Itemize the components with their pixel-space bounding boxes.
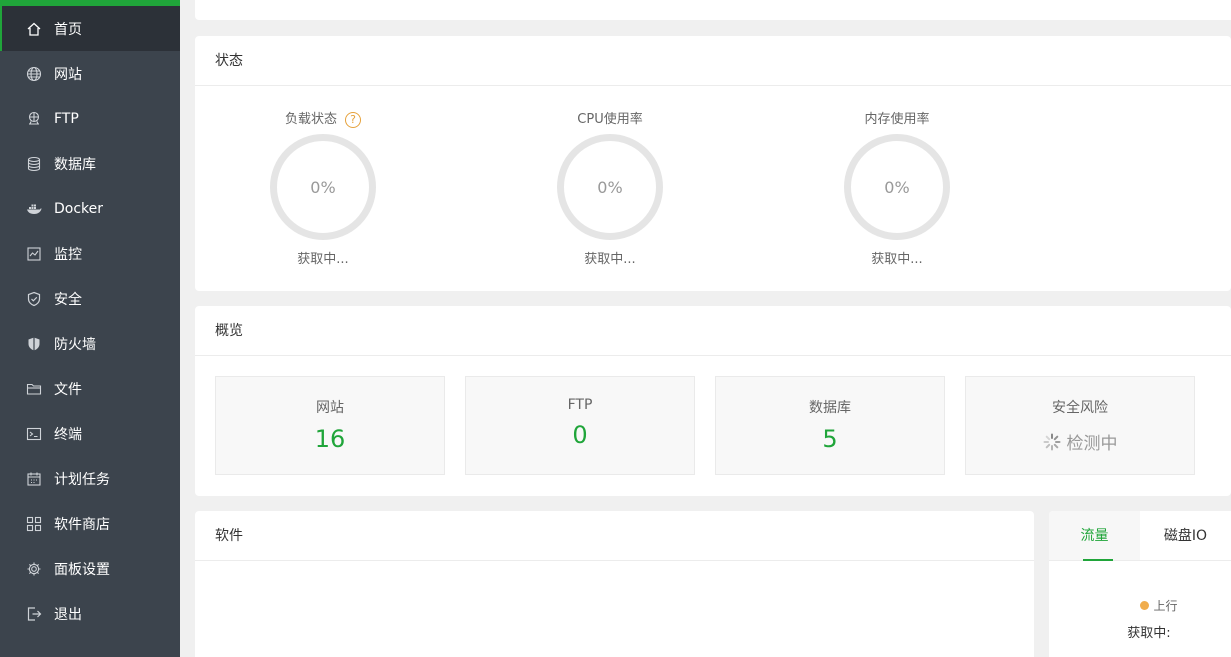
sidebar-item-label: 首页 bbox=[54, 21, 82, 38]
docker-icon bbox=[26, 201, 42, 217]
cpu-value: 0% bbox=[597, 177, 623, 197]
upload-dot-icon bbox=[1140, 601, 1150, 610]
overview-label: 网站 bbox=[316, 400, 344, 416]
overview-value[interactable]: 5 bbox=[716, 425, 944, 453]
sidebar-item-database[interactable]: 数据库 bbox=[0, 141, 180, 186]
monitor-icon bbox=[26, 246, 42, 262]
overview-websites[interactable]: 网站 16 bbox=[215, 376, 445, 475]
cpu-gauge: CPU使用率 0% 获取中... bbox=[540, 110, 680, 267]
traffic-card: 流量 磁盘IO 上行 获取中: bbox=[1049, 511, 1231, 657]
cpu-ring[interactable]: 0% bbox=[557, 134, 663, 240]
sidebar: 首页 网站 FTP 数据库 Docker 监控 安全 防火墙 文件 终端 计划任… bbox=[0, 0, 180, 657]
sidebar-item-docker[interactable]: Docker bbox=[0, 186, 180, 231]
status-card: 状态 负载状态 ? 0% 获取中... CPU使用率 0% 获取中... 内存使… bbox=[195, 36, 1231, 291]
sidebar-item-settings[interactable]: 面板设置 bbox=[0, 546, 180, 591]
sidebar-item-store[interactable]: 软件商店 bbox=[0, 501, 180, 546]
sidebar-item-cron[interactable]: 计划任务 bbox=[0, 456, 180, 501]
folder-icon bbox=[26, 381, 42, 397]
sidebar-item-home[interactable]: 首页 bbox=[0, 6, 180, 51]
sidebar-item-label: 退出 bbox=[54, 606, 82, 623]
memory-gauge: 内存使用率 0% 获取中... bbox=[827, 110, 967, 267]
load-status: 获取中... bbox=[297, 252, 349, 267]
help-icon[interactable]: ? bbox=[345, 112, 361, 128]
sidebar-item-firewall[interactable]: 防火墙 bbox=[0, 321, 180, 366]
overview-databases[interactable]: 数据库 5 bbox=[715, 376, 945, 475]
sidebar-item-label: 网站 bbox=[54, 66, 82, 83]
traffic-tabs: 流量 磁盘IO bbox=[1049, 511, 1231, 561]
sidebar-item-files[interactable]: 文件 bbox=[0, 366, 180, 411]
sidebar-item-security[interactable]: 安全 bbox=[0, 276, 180, 321]
load-ring[interactable]: 0% bbox=[270, 134, 376, 240]
software-title: 软件 bbox=[195, 511, 1034, 561]
sidebar-item-monitor[interactable]: 监控 bbox=[0, 231, 180, 276]
sidebar-item-terminal[interactable]: 终端 bbox=[0, 411, 180, 456]
terminal-icon bbox=[26, 426, 42, 442]
sidebar-item-label: FTP bbox=[54, 110, 79, 127]
sidebar-item-label: 监控 bbox=[54, 246, 82, 263]
memory-label: 内存使用率 bbox=[864, 112, 930, 127]
sidebar-item-label: 计划任务 bbox=[54, 471, 110, 488]
top-info-bar bbox=[195, 0, 1231, 20]
ftp-icon bbox=[26, 111, 42, 127]
cpu-status: 获取中... bbox=[584, 252, 636, 267]
sidebar-item-label: 文件 bbox=[54, 381, 82, 398]
shield-check-icon bbox=[26, 291, 42, 307]
globe-icon bbox=[26, 66, 42, 82]
load-value: 0% bbox=[310, 177, 336, 197]
sidebar-item-label: Docker bbox=[54, 200, 104, 217]
overview-label: FTP bbox=[567, 397, 593, 413]
sidebar-item-website[interactable]: 网站 bbox=[0, 51, 180, 96]
overview-label: 安全风险 bbox=[1052, 400, 1108, 416]
sidebar-item-label: 数据库 bbox=[54, 156, 96, 173]
traffic-fetching-text: 获取中: bbox=[1127, 626, 1171, 641]
sidebar-item-label: 软件商店 bbox=[54, 516, 110, 533]
software-card: 软件 bbox=[195, 511, 1034, 657]
tab-traffic[interactable]: 流量 bbox=[1049, 511, 1140, 561]
calendar-icon bbox=[26, 471, 42, 487]
sidebar-item-label: 防火墙 bbox=[54, 336, 96, 353]
firewall-shield-icon bbox=[26, 336, 42, 352]
overview-title: 概览 bbox=[195, 306, 1231, 356]
home-icon bbox=[26, 21, 42, 37]
status-title: 状态 bbox=[195, 36, 1231, 86]
sidebar-item-label: 安全 bbox=[54, 291, 82, 308]
database-icon bbox=[26, 156, 42, 172]
overview-ftp[interactable]: FTP 0 bbox=[465, 376, 695, 475]
legend-upload-label: 上行 bbox=[1153, 599, 1178, 613]
overview-label: 数据库 bbox=[809, 400, 851, 416]
sidebar-item-label: 终端 bbox=[54, 426, 82, 443]
overview-value: 检测中 bbox=[1066, 434, 1118, 454]
logout-icon bbox=[26, 606, 42, 622]
sidebar-item-logout[interactable]: 退出 bbox=[0, 591, 180, 636]
load-gauge: 负载状态 ? 0% 获取中... bbox=[253, 110, 393, 267]
sidebar-item-label: 面板设置 bbox=[54, 561, 110, 578]
overview-value[interactable]: 16 bbox=[216, 425, 444, 453]
loading-spinner-icon bbox=[1043, 433, 1060, 450]
traffic-legend: 上行 bbox=[1049, 597, 1231, 614]
sidebar-item-ftp[interactable]: FTP bbox=[0, 96, 180, 141]
gear-icon bbox=[26, 561, 42, 577]
cpu-label: CPU使用率 bbox=[577, 112, 643, 127]
tab-disk-io[interactable]: 磁盘IO bbox=[1140, 511, 1231, 560]
overview-value[interactable]: 0 bbox=[466, 421, 694, 449]
load-label: 负载状态 bbox=[284, 112, 337, 127]
memory-ring[interactable]: 0% bbox=[844, 134, 950, 240]
grid-apps-icon bbox=[26, 516, 42, 532]
memory-value: 0% bbox=[884, 177, 910, 197]
overview-card: 概览 网站 16 FTP 0 数据库 5 安全风险 检测中 bbox=[195, 306, 1231, 496]
overview-security-risk[interactable]: 安全风险 检测中 bbox=[965, 376, 1195, 475]
memory-status: 获取中... bbox=[871, 252, 923, 267]
